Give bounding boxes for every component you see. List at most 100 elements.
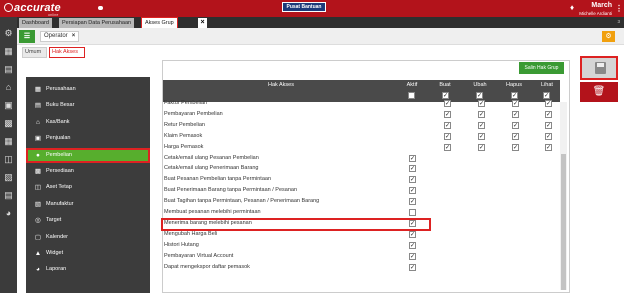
app-logo[interactable]: accurate online: [4, 2, 61, 17]
permission-label: Faktur Pembelian: [164, 100, 208, 106]
menu-item-manufaktur[interactable]: ▧ Manufaktur: [26, 197, 150, 212]
col-lihat: Lihat: [541, 82, 553, 88]
permission-checkbox[interactable]: ✓: [545, 110, 552, 118]
table-row: Klaim Pemasok ✓ ✓ ✓ ✓: [163, 131, 560, 142]
aktif-checkbox[interactable]: ✓: [409, 198, 416, 206]
factory-icon: ▧: [34, 200, 42, 208]
scrollbar-thumb[interactable]: [561, 154, 566, 290]
list-icon[interactable]: ☰: [19, 30, 35, 43]
book-icon: ▤: [34, 102, 42, 110]
tab-dashboard[interactable]: Dashboard: [19, 18, 52, 28]
permission-label: Klaim Pemasok: [164, 132, 203, 139]
permission-checkbox[interactable]: ✓: [478, 110, 485, 118]
permission-checkbox[interactable]: ✓: [444, 132, 451, 140]
tab-umum[interactable]: Umum: [22, 47, 47, 58]
permission-label: Histori Hutang: [164, 241, 199, 248]
menu-kebab-icon[interactable]: ⋮: [615, 4, 623, 13]
tab-akses-grup[interactable]: Akses Grup: [141, 17, 178, 29]
permission-checkbox[interactable]: ✓: [444, 121, 451, 129]
table-row: Buat Pesanan Pembelian tanpa Permintaan ✓: [163, 174, 560, 185]
permission-checkbox[interactable]: ✓: [478, 132, 485, 140]
delete-button[interactable]: 🗑: [580, 82, 618, 102]
highlighted-row-outline: [161, 218, 431, 231]
menu-item-kalender[interactable]: ▢ Kalender: [26, 230, 150, 245]
permission-checkbox[interactable]: ✓: [478, 143, 485, 151]
menu-item-kas-bank[interactable]: ⌂ Kas/Bank: [26, 115, 150, 130]
aktif-checkbox[interactable]: ✓: [409, 263, 416, 271]
menu-item-persediaan[interactable]: ▩ Persediaan: [26, 164, 150, 179]
inventory-icon[interactable]: ▦: [3, 136, 14, 147]
user-info[interactable]: March Michelle Ardianti: [579, 2, 612, 16]
menu-item-laporan[interactable]: ◕ Laporan: [26, 262, 150, 277]
tab-hak-akses[interactable]: Hak Akses: [49, 47, 85, 58]
menu-item-perusahaan[interactable]: ▦ Perusahaan: [26, 82, 150, 97]
permission-label: Pembayaran Virtual Account: [164, 252, 234, 259]
permission-checkbox[interactable]: ✓: [545, 132, 552, 140]
permission-checkbox[interactable]: ✓: [444, 100, 451, 107]
permission-checkbox[interactable]: ✓: [444, 110, 451, 118]
warehouse-icon[interactable]: ▤: [3, 190, 14, 201]
permission-label: Cetak/email ulang Pesanan Pembelian: [164, 154, 259, 161]
menu-item-aset-tetap[interactable]: ◫ Aset Tetap: [26, 180, 150, 195]
save-button[interactable]: [580, 56, 618, 80]
permission-checkbox[interactable]: ✓: [512, 100, 519, 107]
permission-label: Dapat mengekspor daftar pemasok: [164, 263, 250, 270]
asset-icon[interactable]: ◫: [3, 154, 14, 165]
ledger-icon[interactable]: ▤: [3, 64, 14, 75]
module-menu: ▦ Perusahaan ▤ Buku Besar ⌂ Kas/Bank ▣ Penjuala…: [26, 77, 150, 293]
aktif-checkbox[interactable]: ✓: [409, 241, 416, 249]
copy-group-rights-button[interactable]: Salin Hak Grup: [519, 62, 564, 74]
company-name: Michelle Ardianti: [579, 11, 612, 16]
aktif-checkbox[interactable]: ✓: [409, 176, 416, 184]
menu-item-target[interactable]: ◎ Target: [26, 213, 150, 228]
permission-checkbox[interactable]: ✓: [512, 110, 519, 118]
close-form-icon[interactable]: ×: [72, 33, 76, 39]
permission-label: Harga Pemasok: [164, 143, 204, 150]
aktif-checkbox[interactable]: ✓: [409, 187, 416, 195]
settings-icon[interactable]: ⚙: [3, 28, 14, 39]
bank-icon: ⌂: [36, 118, 40, 126]
cart-icon[interactable]: ▣: [3, 100, 14, 111]
form-toolbar: [17, 28, 624, 45]
table-row: Cetak/email ulang Pesanan Pembelian ✓: [163, 153, 560, 164]
asset-icon: ◫: [34, 184, 42, 192]
purchase-icon[interactable]: ▩: [3, 118, 14, 129]
table-row: Harga Pemasok ✓ ✓ ✓ ✓: [163, 142, 560, 153]
permission-checkbox[interactable]: ✓: [512, 132, 519, 140]
trash-icon: 🗑: [592, 86, 606, 97]
permission-checkbox[interactable]: ✓: [512, 121, 519, 129]
permission-checkbox[interactable]: ✓: [545, 100, 552, 107]
help-center-button[interactable]: Pusat Bantuan: [282, 2, 326, 12]
floppy-icon: [595, 62, 606, 74]
modules-icon[interactable]: ▦: [3, 46, 14, 57]
permission-checkbox[interactable]: ✓: [545, 121, 552, 129]
tab-bar: Dashboard Persiapan Data Perusahaan Akse…: [17, 17, 624, 29]
menu-item-penjualan[interactable]: ▣ Penjualan: [26, 131, 150, 146]
menu-item-widget[interactable]: ▲ Widget: [26, 246, 150, 261]
menu-item-buku-besar[interactable]: ▤ Buku Besar: [26, 98, 150, 113]
permission-checkbox[interactable]: ✓: [512, 143, 519, 151]
menu-item-pembelian[interactable]: ● Pembelian: [26, 147, 150, 163]
bell-icon[interactable]: ♦: [570, 3, 577, 12]
main-sidebar: ⚙ ▦ ▤ ⌂ ▣ ▩ ▦ ◫ ▧ ▤ ◕: [0, 17, 17, 293]
aktif-checkbox[interactable]: ✓: [409, 154, 416, 162]
close-tab-icon[interactable]: ×: [198, 18, 207, 28]
form-tab-operator[interactable]: Operator ×: [40, 31, 80, 42]
table-row: Histori Hutang ✓: [163, 240, 560, 251]
table-row: Dapat mengekspor daftar pemasok ✓: [163, 262, 560, 273]
permission-checkbox[interactable]: ✓: [478, 121, 485, 129]
aktif-checkbox[interactable]: ✓: [409, 252, 416, 260]
aktif-checkbox[interactable]: ✓: [409, 230, 416, 238]
permission-label: Buat Pesanan Pembelian tanpa Permintaan: [164, 176, 272, 183]
permission-checkbox[interactable]: ✓: [444, 143, 451, 151]
report-icon[interactable]: ◕: [3, 208, 14, 219]
permission-checkbox[interactable]: ✓: [545, 143, 552, 151]
factory-icon[interactable]: ▧: [3, 172, 14, 183]
aktif-checkbox[interactable]: [409, 209, 416, 216]
bank-icon[interactable]: ⌂: [3, 82, 14, 93]
permission-checkbox[interactable]: ✓: [478, 100, 485, 107]
options-gear-icon[interactable]: ⚙: [602, 31, 615, 42]
aktif-checkbox[interactable]: ✓: [409, 165, 416, 173]
tab-persiapan-data[interactable]: Persiapan Data Perusahaan: [59, 18, 135, 28]
col-hapus: Hapus: [506, 82, 522, 88]
